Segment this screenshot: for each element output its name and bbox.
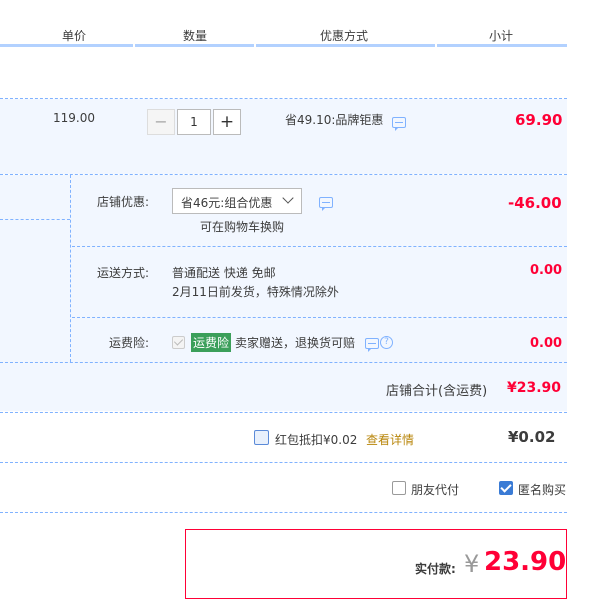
insurance-text: 卖家赠送，退换货可赔 [235, 336, 356, 350]
shipping-label: 运送方式: [97, 266, 150, 280]
header-bar-2 [135, 44, 254, 47]
header-unit-price: 单价 [62, 29, 87, 43]
shipping-amount: 0.00 [530, 263, 563, 278]
divider [70, 175, 72, 362]
pay-currency: ¥ [464, 550, 480, 578]
divider [0, 219, 70, 220]
check-icon [500, 481, 512, 493]
item-row: 119.00 − 1 + 省49.10:品牌钜惠 69.90 [0, 99, 567, 174]
header-quantity: 数量 [183, 29, 208, 43]
shipping-note: 2月11日前发货，特殊情况除外 [172, 285, 339, 299]
redpacket-link[interactable]: 查看详情 [366, 431, 414, 448]
chat-icon[interactable] [392, 117, 406, 131]
pay-label: 实付款: [415, 562, 456, 576]
insurance-badge: 运费险 [191, 333, 232, 352]
chevron-down-icon [282, 192, 294, 204]
header-bar-1 [0, 44, 133, 47]
quantity-input[interactable]: 1 [177, 109, 211, 135]
divider [72, 246, 567, 247]
check-icon [173, 336, 184, 346]
shop-total-label: 店铺合计(含运费) [386, 384, 488, 399]
shipping-method: 普通配送 快递 免邮 [172, 266, 276, 280]
redpacket-checkbox[interactable] [254, 430, 269, 445]
header-bar-4 [437, 44, 567, 47]
divider [0, 412, 567, 413]
plus-button[interactable]: + [213, 109, 241, 135]
header-subtotal: 小计 [489, 29, 514, 43]
pay-box: 实付款: ¥ 23.90 [185, 529, 567, 599]
friend-pay-checkbox[interactable] [392, 481, 406, 495]
quantity-stepper[interactable]: − 1 + [147, 109, 242, 135]
divider [72, 317, 567, 318]
chat-icon[interactable] [365, 338, 379, 352]
insurance-label: 运费险: [109, 336, 150, 350]
shop-discount-label: 店铺优惠: [97, 195, 150, 209]
redpacket-amount: ¥0.02 [508, 428, 556, 446]
insurance-amount: 0.00 [530, 336, 563, 351]
divider [0, 362, 567, 363]
friend-pay-label: 朋友代付 [411, 483, 460, 497]
anonymous-checkbox[interactable] [499, 481, 513, 495]
help-icon[interactable]: ? [380, 336, 393, 349]
divider [0, 462, 567, 463]
item-subtotal: 69.90 [515, 111, 563, 129]
minus-button[interactable]: − [147, 109, 175, 135]
header-bar-3 [256, 44, 435, 47]
pay-amount: 23.90 [484, 547, 567, 577]
chat-icon[interactable] [319, 197, 333, 211]
shop-discount-amount: -46.00 [508, 194, 562, 212]
shop-discount-value: 省46元:组合优惠 [181, 196, 273, 210]
shop-total-amount: ¥23.90 [507, 380, 562, 396]
redpacket-label: 红包抵扣¥0.02 [275, 433, 358, 447]
header-promotion: 优惠方式 [320, 29, 369, 43]
item-promo: 省49.10:品牌钜惠 [285, 113, 384, 127]
shop-panel: 店铺优惠: 省46元:组合优惠 可在购物车换购 -46.00 运送方式: 普通配… [0, 175, 567, 411]
shop-discount-hint: 可在购物车换购 [200, 220, 285, 234]
item-price: 119.00 [53, 111, 95, 125]
divider [0, 512, 567, 513]
insurance-checkbox[interactable] [172, 336, 185, 349]
anonymous-label: 匿名购买 [518, 483, 567, 497]
shop-discount-select[interactable]: 省46元:组合优惠 [172, 188, 302, 214]
